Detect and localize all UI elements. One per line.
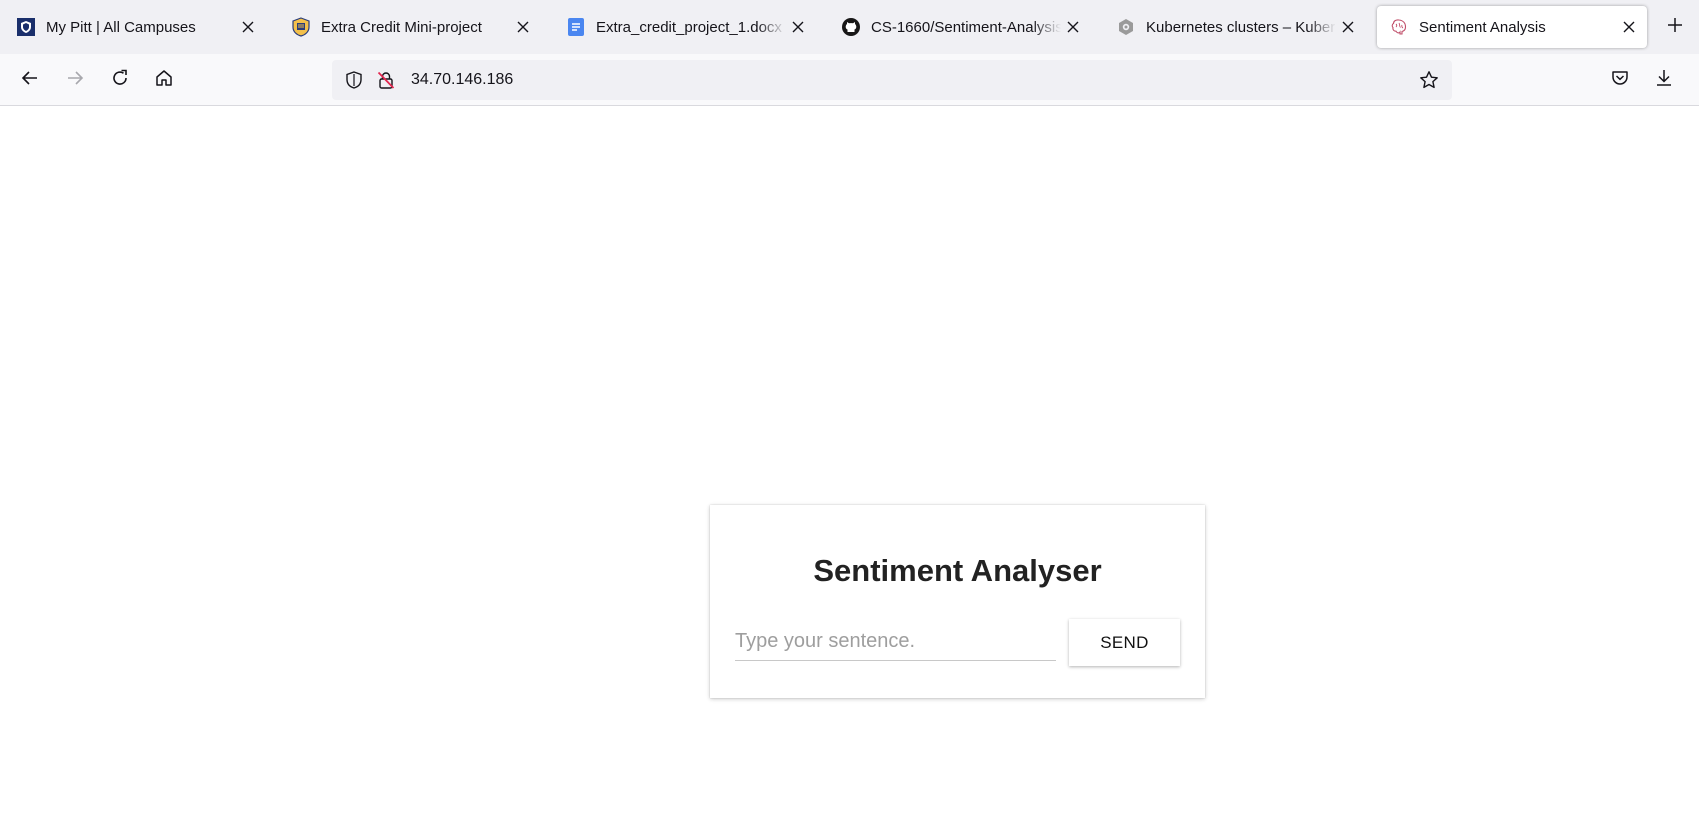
home-button[interactable] — [148, 64, 180, 96]
sentence-input[interactable] — [735, 623, 1056, 660]
close-tab-icon[interactable] — [1617, 15, 1641, 39]
kubernetes-engine-icon — [1116, 17, 1136, 37]
tab-my-pitt[interactable]: My Pitt | All Campuses — [4, 6, 266, 48]
sentiment-form-card: Sentiment Analyser SEND — [710, 505, 1205, 698]
tab-title: Extra Credit Mini-project — [321, 18, 482, 36]
tab-title: CS-1660/Sentiment-Analysis at main — [871, 18, 1061, 36]
arrow-right-icon — [65, 68, 85, 93]
close-tab-icon[interactable] — [1336, 15, 1360, 39]
url-text[interactable]: 34.70.146.186 — [411, 71, 513, 89]
close-tab-icon[interactable] — [511, 15, 535, 39]
google-docs-icon — [566, 17, 586, 37]
tab-title: Extra_credit_project_1.docx - Google Doc… — [596, 18, 786, 36]
insecure-lock-icon[interactable] — [375, 69, 397, 91]
tab-title: Kubernetes clusters – Kubernetes Engine — [1146, 18, 1336, 36]
tab-strip: My Pitt | All Campuses Extra Credit Mini… — [0, 0, 1699, 54]
github-icon — [841, 17, 861, 37]
tab-sentiment-analysis[interactable]: Sentiment Analysis — [1377, 6, 1647, 48]
new-tab-button[interactable] — [1660, 12, 1690, 42]
university-seal-icon — [291, 17, 311, 37]
reload-icon — [110, 68, 130, 93]
tab-google-doc[interactable]: Extra_credit_project_1.docx - Google Doc… — [554, 6, 816, 48]
forward-button[interactable] — [59, 64, 91, 96]
tab-title: Sentiment Analysis — [1419, 18, 1546, 36]
page-viewport: Sentiment Analyser SEND — [0, 107, 1699, 816]
downloads-button[interactable] — [1648, 64, 1680, 96]
sentence-input-wrapper — [735, 623, 1056, 661]
tab-kubernetes[interactable]: Kubernetes clusters – Kubernetes Engine — [1104, 6, 1366, 48]
pocket-icon — [1610, 68, 1630, 93]
brain-icon — [1389, 17, 1409, 37]
address-bar[interactable]: 34.70.146.186 — [332, 60, 1452, 100]
bookmark-star-icon[interactable] — [1418, 69, 1440, 91]
back-button[interactable] — [14, 64, 46, 96]
navigation-toolbar: 34.70.146.186 — [0, 54, 1699, 106]
send-button[interactable]: SEND — [1069, 619, 1180, 666]
pitt-shield-icon — [16, 17, 36, 37]
tab-extra-credit[interactable]: Extra Credit Mini-project — [279, 6, 541, 48]
tab-github[interactable]: CS-1660/Sentiment-Analysis at main — [829, 6, 1091, 48]
close-tab-icon[interactable] — [1061, 15, 1085, 39]
download-icon — [1654, 68, 1674, 93]
page-title: Sentiment Analyser — [813, 553, 1102, 588]
plus-icon — [1667, 17, 1683, 38]
home-icon — [154, 68, 174, 93]
tab-title: My Pitt | All Campuses — [46, 18, 196, 36]
reload-button[interactable] — [104, 64, 136, 96]
tracking-protection-shield-icon[interactable] — [343, 69, 365, 91]
pocket-button[interactable] — [1604, 64, 1636, 96]
close-tab-icon[interactable] — [786, 15, 810, 39]
close-tab-icon[interactable] — [236, 15, 260, 39]
arrow-left-icon — [20, 68, 40, 93]
